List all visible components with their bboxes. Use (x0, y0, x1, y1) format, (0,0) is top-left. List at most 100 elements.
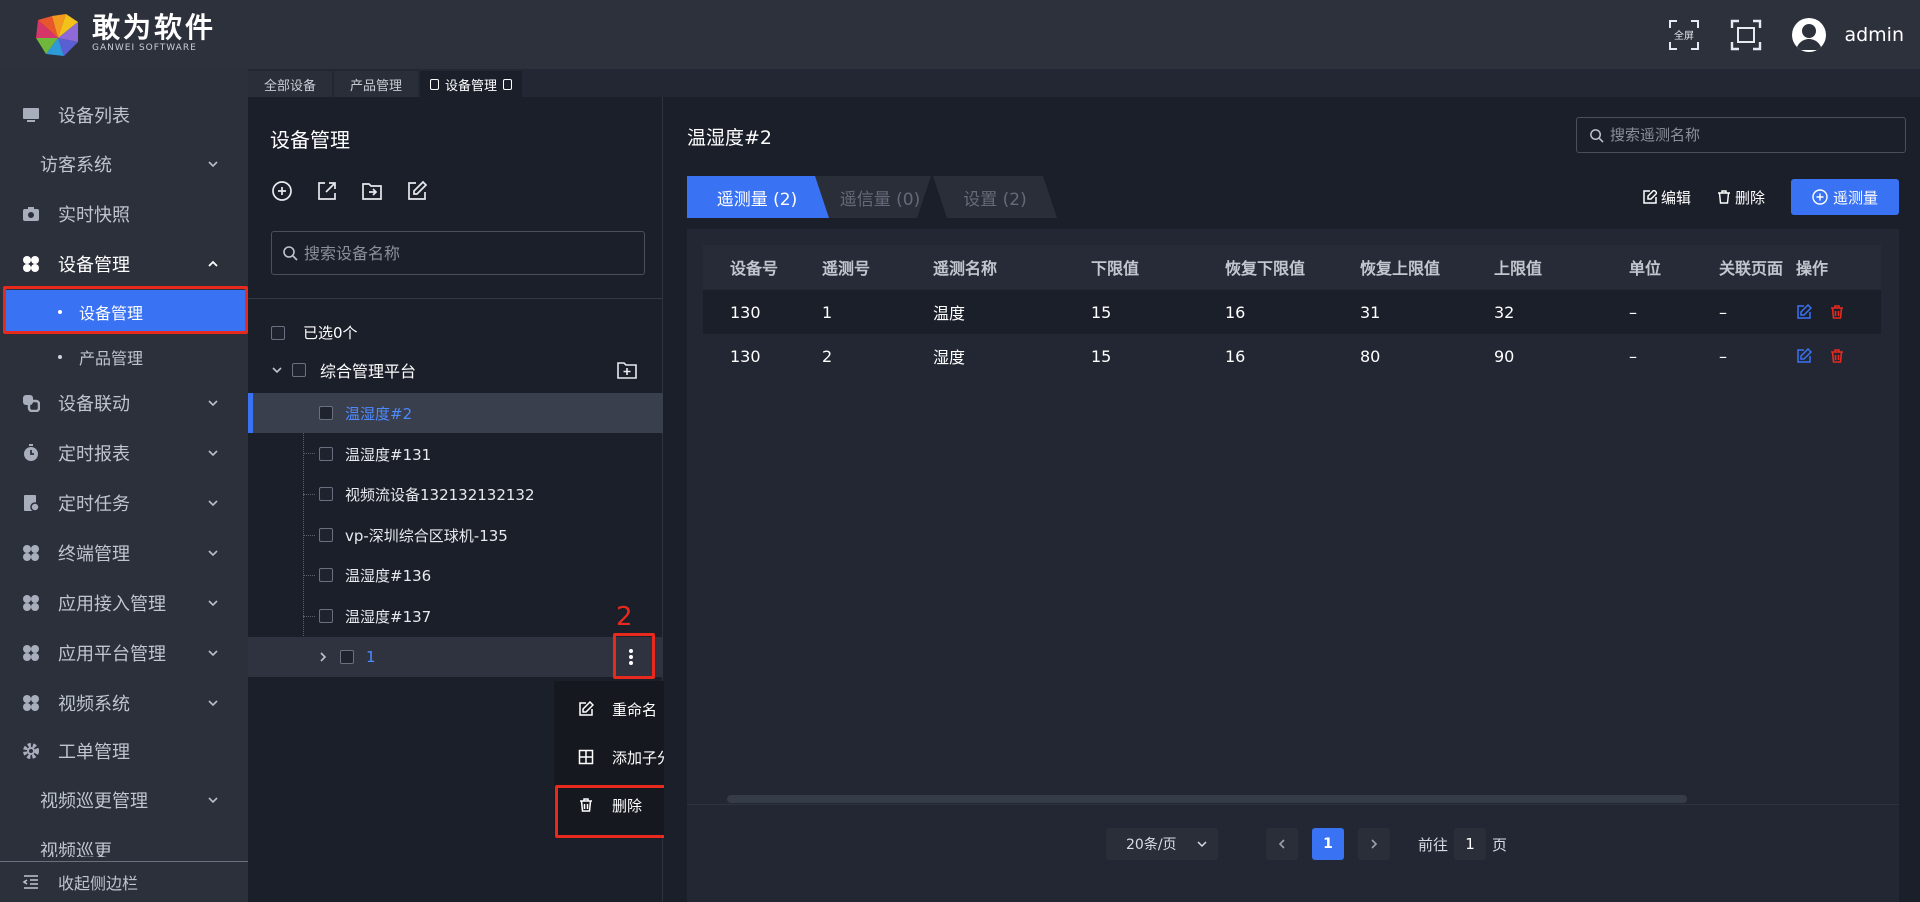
fullscreen-text-icon[interactable]: 全屏 (1668, 19, 1700, 51)
add-folder-icon[interactable] (615, 358, 639, 382)
table-cell: 31 (1360, 302, 1381, 322)
tab-telesignal[interactable]: 遥信量 (0) (815, 176, 945, 218)
tree-node[interactable]: 温湿度#136 (248, 555, 663, 595)
page-number-button[interactable]: 1 (1312, 828, 1344, 860)
table-cell: 16 (1225, 346, 1246, 366)
sidebar-item-video[interactable]: 视频系统 (0, 679, 248, 727)
add-telemetry-button[interactable]: 遥测量 (1791, 179, 1899, 215)
sidebar-item-device-mgmt[interactable]: 设备管理 (0, 240, 248, 288)
trash-icon[interactable] (1829, 348, 1845, 364)
sidebar-item-timed-task[interactable]: 定时任务 (0, 479, 248, 527)
sidebar-item-label: 设备管理 (58, 255, 130, 276)
sidebar-subitem-product-mgmt[interactable]: 产品管理 (0, 335, 248, 379)
tab-device-mgmt[interactable]: 设备管理 (420, 71, 523, 97)
node-checkbox[interactable] (319, 447, 333, 461)
sidebar-item-video-patrol[interactable]: 视频巡更 (0, 827, 248, 857)
collapse-sidebar[interactable]: 收起侧边栏 (0, 861, 248, 902)
chevron-up-icon (206, 257, 220, 271)
edit-icon[interactable] (405, 179, 429, 203)
node-checkbox[interactable] (319, 609, 333, 623)
chevron-down-icon[interactable] (270, 363, 284, 377)
add-circle-icon (1812, 189, 1828, 205)
camera-icon (22, 205, 40, 223)
delete-button[interactable]: 删除 (1717, 187, 1765, 208)
edit-button[interactable]: 编辑 (1643, 187, 1691, 208)
page-suffix: 页 (1492, 835, 1508, 854)
node-checkbox[interactable] (319, 528, 333, 542)
task-icon (22, 494, 40, 512)
trash-icon (1717, 190, 1731, 204)
link-icon (22, 394, 40, 412)
node-checkbox[interactable] (319, 487, 333, 501)
table-cell: – (1719, 302, 1727, 322)
select-all-checkbox[interactable] (271, 325, 285, 340)
node-checkbox[interactable] (319, 568, 333, 582)
trash-icon[interactable] (1829, 304, 1845, 320)
sidebar-item-device-list[interactable]: 设备列表 (0, 91, 248, 139)
chevron-down-icon (206, 793, 220, 807)
telemetry-search[interactable] (1576, 117, 1906, 153)
expand-screen-icon[interactable] (1730, 19, 1762, 51)
tree-node[interactable]: 视频流设备132132132132 (248, 474, 663, 514)
sidebar-item-snapshot[interactable]: 实时快照 (0, 190, 248, 238)
avatar[interactable] (1792, 17, 1827, 52)
tree-node[interactable]: vp-深圳综合区球机-135 (248, 515, 663, 555)
sidebar-item-app-access[interactable]: 应用接入管理 (0, 579, 248, 627)
export-icon[interactable] (315, 179, 339, 203)
node-label: 综合管理平台 (320, 362, 417, 381)
tab-all-devices[interactable]: 全部设备 (248, 71, 333, 97)
username[interactable]: admin (1844, 24, 1904, 46)
node-checkbox[interactable] (340, 650, 354, 664)
edit-icon[interactable] (1796, 348, 1812, 364)
sidebar-item-linkage[interactable]: 设备联动 (0, 379, 248, 427)
tree-node[interactable]: 温湿度#137 (248, 596, 663, 636)
tab-telemetry[interactable]: 遥测量 (2) (687, 176, 827, 218)
tree-node[interactable]: 温湿度#2 (248, 393, 663, 433)
chevron-down-icon (1196, 838, 1208, 850)
device-search-input[interactable] (304, 243, 604, 263)
tree-node[interactable]: 温湿度#131 (248, 434, 663, 474)
chevron-down-icon (206, 446, 220, 460)
sidebar-item-work-order[interactable]: 工单管理 (0, 727, 248, 775)
node-label: 视频流设备132132132132 (345, 485, 535, 504)
tab-label: 设置 (2) (963, 189, 1027, 210)
tree-root-node[interactable]: 综合管理平台 (270, 355, 663, 385)
table-row[interactable]: 130 1 温度 15 16 31 32 – – (703, 290, 1881, 334)
edit-icon[interactable] (1796, 304, 1812, 320)
add-circle-icon[interactable] (270, 179, 294, 203)
chevron-right-icon (1371, 839, 1378, 849)
prev-page-button[interactable] (1266, 828, 1298, 860)
sidebar-item-visitor[interactable]: 访客系统 (0, 140, 248, 188)
selected-count: 已选0个 (303, 324, 358, 342)
tab-settings[interactable]: 设置 (2) (933, 176, 1057, 218)
menu-item-label: 重命名 (612, 700, 658, 719)
sidebar-item-label: 终端管理 (58, 544, 130, 565)
column-header: 遥测号 (822, 259, 871, 278)
sidebar-item-label: 工单管理 (58, 742, 130, 763)
sidebar-item-label: 实时快照 (58, 205, 130, 226)
telemetry-search-input[interactable] (1610, 126, 1890, 144)
horizontal-scrollbar[interactable] (727, 795, 1687, 803)
import-icon[interactable] (360, 179, 384, 203)
top-header: 敢为软件 GANWEI SOFTWARE 全屏 admin (0, 0, 1920, 69)
detail-tabs: 遥测量 (2) 遥信量 (0) 设置 (2) (687, 176, 1087, 218)
table-row[interactable]: 130 2 湿度 15 16 80 90 – – (703, 334, 1881, 378)
node-checkbox[interactable] (292, 363, 306, 377)
goto-page-input[interactable] (1454, 828, 1487, 860)
sidebar-item-timed-report[interactable]: 定时报表 (0, 429, 248, 477)
sidebar-item-app-platform[interactable]: 应用平台管理 (0, 629, 248, 677)
sidebar-item-terminal[interactable]: 终端管理 (0, 529, 248, 577)
next-page-button[interactable] (1358, 828, 1390, 860)
close-icon[interactable] (503, 78, 513, 90)
table-cell: 1 (822, 302, 833, 322)
page-size-select[interactable]: 20条/页 (1106, 828, 1218, 860)
node-checkbox[interactable] (319, 406, 333, 420)
sidebar-item-label: 设备列表 (58, 106, 130, 127)
tree-group-node[interactable]: 1 (248, 637, 663, 677)
tab-product-mgmt[interactable]: 产品管理 (334, 71, 419, 97)
device-search[interactable] (271, 231, 645, 275)
chevron-right-icon[interactable] (316, 650, 330, 664)
node-label: 1 (366, 648, 376, 666)
grid-icon (22, 594, 40, 612)
sidebar-item-video-patrol-mgmt[interactable]: 视频巡更管理 (0, 776, 248, 824)
